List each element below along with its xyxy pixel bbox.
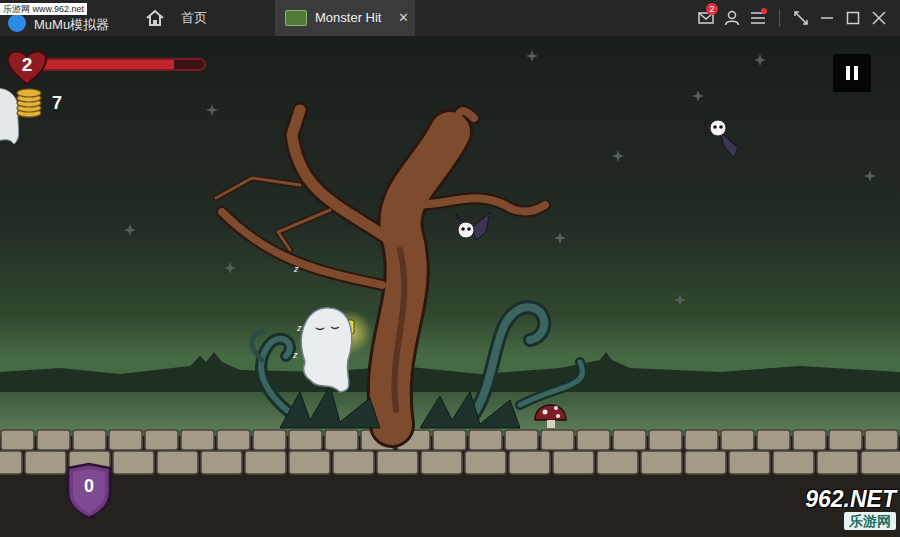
watermark-brand: 962.NET: [805, 486, 896, 512]
close-icon: [872, 11, 886, 25]
user-icon: [724, 10, 740, 26]
logo-icon: [8, 14, 26, 32]
tab-close-button[interactable]: ✕: [398, 8, 409, 28]
corner-watermark: 962.NET 乐游网: [758, 486, 896, 530]
home-tab[interactable]: 首页: [135, 0, 275, 36]
lives-count: 2: [6, 54, 48, 76]
mail-badge: 2: [706, 3, 718, 15]
home-icon: [145, 9, 165, 27]
game-screen[interactable]: z z z 2 7 0 962.NET 乐游网: [0, 36, 900, 537]
sleep-mark: z: [293, 350, 298, 360]
shield-counter: 0: [64, 462, 114, 520]
fit-button[interactable]: [788, 0, 814, 36]
close-button[interactable]: [866, 0, 892, 36]
minimize-button[interactable]: [814, 0, 840, 36]
health-fill: [36, 60, 174, 69]
fit-window-icon: [794, 11, 808, 25]
health-bar: [34, 58, 206, 71]
sleep-mark: z: [294, 264, 299, 274]
user-button[interactable]: [719, 0, 745, 36]
lives-counter: 2: [6, 48, 48, 86]
pause-button[interactable]: [833, 54, 871, 92]
coins-icon: [14, 88, 44, 118]
maximize-button[interactable]: [840, 0, 866, 36]
maximize-icon: [846, 11, 860, 25]
title-bar: 乐游网 www.962.net MuMu模拟器 首页 Monster Hit ✕…: [0, 0, 900, 36]
coin-count: 7: [52, 92, 62, 114]
watermark: 乐游网 www.962.net: [0, 3, 87, 15]
game-tab-label: Monster Hit: [315, 8, 381, 28]
sleep-mark: z: [297, 323, 302, 333]
menu-button[interactable]: [745, 0, 771, 36]
app-name: MuMu模拟器: [34, 17, 109, 32]
app-logo: 乐游网 www.962.net MuMu模拟器: [0, 0, 135, 36]
game-scene: [0, 36, 900, 537]
game-tab[interactable]: Monster Hit ✕: [275, 0, 415, 36]
pause-icon: [846, 66, 850, 80]
shield-count: 0: [64, 475, 114, 497]
home-tab-label: 首页: [181, 8, 207, 28]
game-icon: [285, 10, 307, 26]
minimize-icon: [820, 11, 834, 25]
mail-button[interactable]: 2: [693, 0, 719, 36]
menu-dot: [761, 8, 767, 14]
watermark-name: 乐游网: [844, 512, 896, 530]
